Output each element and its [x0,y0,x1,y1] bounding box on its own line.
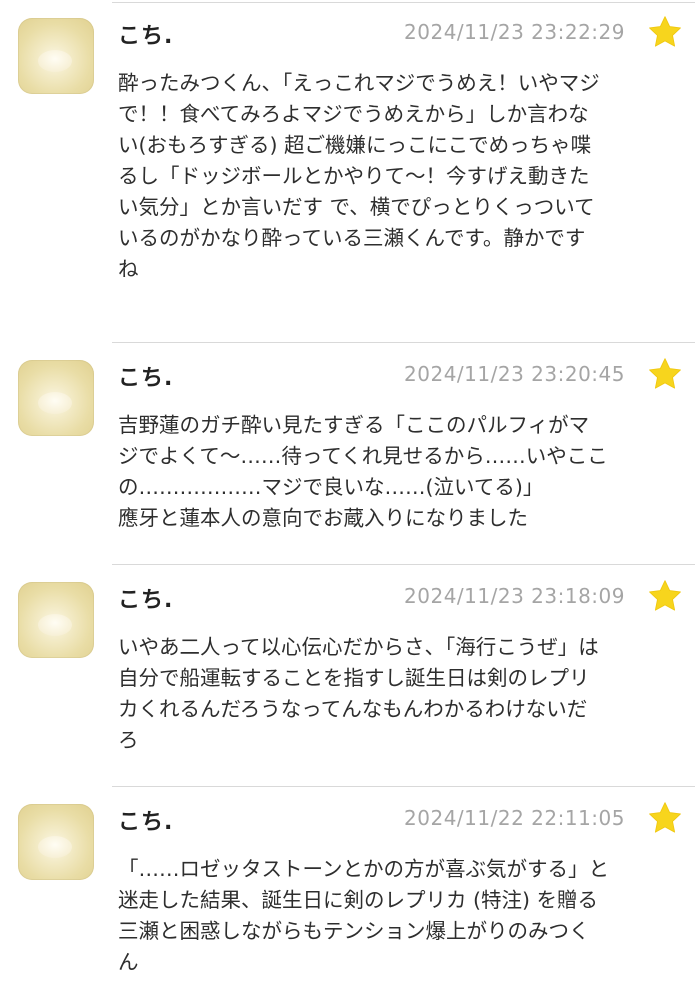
post-item[interactable]: こち. 2024/11/23 23:20:45 吉野蓮のガチ酔い見たすぎる「ここ… [0,342,695,564]
timestamp: 2024/11/23 23:20:45 [404,362,625,386]
star-icon[interactable] [647,800,683,836]
avatar[interactable] [18,360,94,436]
star-icon[interactable] [647,14,683,50]
divider [112,786,695,787]
author-name[interactable]: こち. [118,18,173,50]
author-name[interactable]: こち. [118,360,173,392]
post-text: 酔ったみつくん、「えっこれマジでうめえ！いやマジ で！！食べてみろよマジでうめえ… [118,71,600,281]
post-item[interactable]: こち. 2024/11/23 23:18:09 いやあ二人って以心伝心だからさ、… [0,564,695,786]
post-text: 「……ロゼッタストーンとかの方が喜ぶ気がする」と 迷走した結果、誕生日に剣のレプ… [118,857,609,974]
author-name[interactable]: こち. [118,804,173,836]
post-text: いやあ二人って以心伝心だからさ、「海行こうぜ」は 自分で船運転することを指すし誕… [118,635,599,752]
divider [112,2,695,3]
avatar[interactable] [18,582,94,658]
star-icon[interactable] [647,578,683,614]
timestamp: 2024/11/22 22:11:05 [404,806,625,830]
post-item[interactable]: こち. 2024/11/22 22:11:05 「……ロゼッタストーンとかの方が… [0,786,695,1000]
author-name[interactable]: こち. [118,582,173,614]
post-feed: こち. 2024/11/23 23:22:29 酔ったみつくん、「えっこれマジで… [0,0,695,1000]
timestamp: 2024/11/23 23:22:29 [404,20,625,44]
star-icon[interactable] [647,356,683,392]
avatar[interactable] [18,18,94,94]
post-item[interactable]: こち. 2024/11/23 23:22:29 酔ったみつくん、「えっこれマジで… [0,0,695,340]
post-text: 吉野蓮のガチ酔い見たすぎる「ここのパルフィがマ ジでよくて〜……待ってくれ見せる… [118,413,608,530]
avatar[interactable] [18,804,94,880]
timestamp: 2024/11/23 23:18:09 [404,584,625,608]
divider [112,342,695,343]
divider [112,564,695,565]
